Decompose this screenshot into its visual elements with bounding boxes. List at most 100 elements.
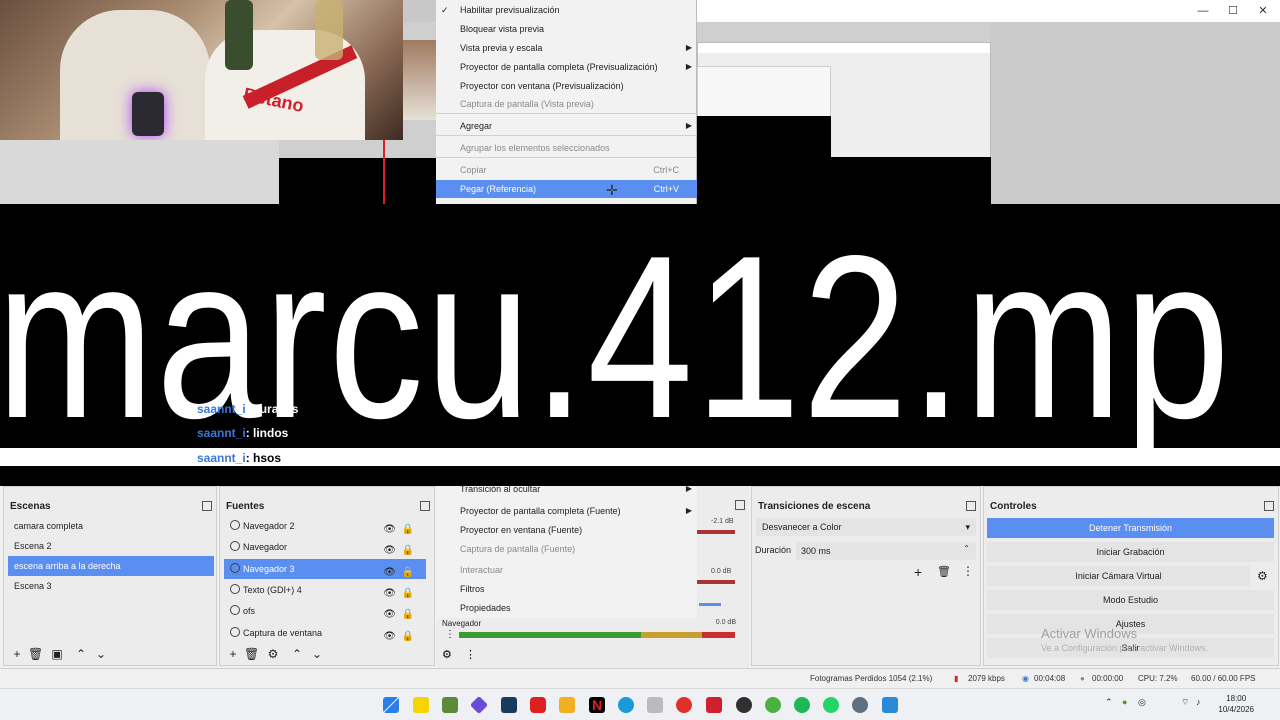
context-menu-item[interactable]: Proyector de pantalla completa (Fuente) ▶ [436, 502, 697, 520]
edge-icon[interactable] [618, 697, 634, 713]
webcam-strip-thumb [403, 40, 437, 120]
more-icon[interactable]: ⋮ [445, 629, 455, 640]
source-item[interactable]: Texto (GDI+) 4 👁 🔒 [224, 580, 426, 600]
shortcut-label: Ctrl+C [653, 165, 679, 175]
more-icon[interactable]: ⋮ [465, 648, 476, 661]
lock-icon[interactable]: 🔒 [402, 627, 414, 647]
context-menu-item[interactable]: Filtros [436, 580, 697, 598]
start-recording-button[interactable]: Iniciar Grabación [987, 542, 1274, 562]
chevron-up-icon[interactable]: ⌃ [290, 647, 304, 661]
context-menu-item[interactable]: Captura de pantalla (Fuente) [436, 540, 697, 558]
netflix-icon[interactable]: N [589, 697, 605, 713]
app-icon[interactable] [882, 697, 898, 713]
start-virtual-camera-button[interactable]: Iniciar Cámara Virtual [987, 566, 1250, 586]
chat-line: saannt_i: lindos [197, 426, 289, 440]
stop-streaming-button[interactable]: Detener Transmisión [987, 518, 1274, 538]
gear-icon[interactable]: ⚙ [266, 647, 280, 661]
studio-mode-button[interactable]: Modo Estudio [987, 590, 1274, 610]
nested-black-region-2 [831, 157, 991, 204]
undock-icon[interactable] [1264, 501, 1274, 511]
context-menu-item[interactable]: Pegar (Referencia) Ctrl+V [436, 180, 697, 198]
chevron-down-icon[interactable]: ⌄ [94, 647, 108, 661]
chrome-icon[interactable] [676, 697, 692, 713]
context-menu-item[interactable]: Captura de pantalla (Vista previa) [436, 95, 697, 113]
maximize-icon[interactable]: ☐ [1225, 3, 1241, 19]
context-menu-item[interactable]: Habilitar previsualización ✓ [436, 1, 697, 19]
duration-input[interactable]: 300 ms ⌃ [796, 542, 976, 560]
text-icon [230, 583, 240, 594]
chevron-down-icon[interactable]: ⌄ [310, 647, 324, 661]
trash-icon[interactable]: 🗑 [28, 647, 43, 661]
add-icon[interactable]: + [226, 647, 240, 661]
context-menu-item[interactable]: Agrupar los elementos seleccionados [436, 139, 697, 157]
scene-item[interactable]: camara completa [8, 516, 214, 536]
filter-icon[interactable]: ▣ [50, 647, 64, 661]
bitrate-icon: ▮ [954, 674, 959, 683]
trash-icon[interactable]: 🗑 [244, 647, 259, 661]
gear-icon[interactable]: ⚙ [442, 648, 452, 661]
tray-chevron-icon[interactable]: ⌃ [1105, 697, 1113, 708]
chevron-up-icon[interactable]: ⌃ [74, 647, 88, 661]
scene-item[interactable]: escena arriba a la derecha [8, 556, 214, 576]
volume-icon[interactable]: ♪ [1196, 697, 1201, 707]
scene-item[interactable]: Escena 2 [8, 536, 214, 556]
gear-icon[interactable]: ⚙ [1257, 569, 1268, 583]
transition-select[interactable]: Desvanecer a Color ▾ [756, 518, 976, 536]
bitrate: 2079 kbps [968, 674, 1005, 683]
context-menu-item[interactable]: Interactuar [436, 561, 697, 579]
widgets-icon[interactable] [413, 697, 429, 713]
scene-item[interactable]: Escena 3 [8, 576, 214, 596]
trash-icon[interactable]: 🗑 [937, 565, 951, 578]
eye-icon[interactable]: 👁 [383, 627, 396, 647]
close-icon[interactable]: ✕ [1255, 3, 1271, 19]
chevron-right-icon: ▶ [685, 43, 692, 52]
context-menu-item[interactable]: Proyector en ventana (Fuente) [436, 521, 697, 539]
context-menu-item[interactable]: Vista previa y escala ▶ [436, 39, 697, 57]
source-item[interactable]: Navegador 3 👁 🔒 [224, 558, 426, 579]
start-icon[interactable] [383, 697, 399, 713]
volume-slider[interactable] [699, 603, 721, 606]
undock-icon[interactable] [735, 500, 745, 510]
context-menu-item[interactable]: Propiedades [436, 599, 697, 617]
source-item[interactable]: Captura de ventana 👁 🔒 [224, 623, 426, 643]
context-menu-item[interactable]: Proyector de pantalla completa (Previsua… [436, 58, 697, 76]
add-icon[interactable]: + [10, 647, 24, 661]
undock-icon[interactable] [202, 501, 212, 511]
settings-icon[interactable] [852, 697, 868, 713]
folder-icon[interactable] [559, 697, 575, 713]
context-menu-item[interactable]: Agregar ▶ [436, 117, 697, 135]
sources-title: Fuentes [226, 501, 265, 512]
add-icon[interactable]: + [914, 564, 922, 580]
undock-icon[interactable] [420, 501, 430, 511]
more-icon[interactable]: ⋮ [962, 564, 974, 578]
tray-app-icon[interactable]: ◎ [1138, 697, 1146, 708]
minimize-icon[interactable]: — [1195, 3, 1211, 19]
app-icon[interactable] [647, 697, 663, 713]
context-menu-item[interactable]: Transición al ocultar ▶ [436, 480, 697, 498]
context-menu-item[interactable]: Bloquear vista previa [436, 20, 697, 38]
app-icon[interactable] [765, 697, 781, 713]
app-icon[interactable] [501, 697, 517, 713]
source-item[interactable]: Navegador 👁 🔒 [224, 537, 426, 557]
system-clock[interactable]: 18:00 10/4/2026 [1218, 693, 1254, 715]
spotify-icon[interactable] [794, 697, 810, 713]
source-item[interactable]: ofs 👁 🔒 [224, 601, 426, 621]
context-menu-item[interactable]: Copiar Ctrl+C [436, 161, 697, 179]
undock-icon[interactable] [966, 501, 976, 511]
stepper-icon: ⌃ [963, 544, 970, 553]
chevron-right-icon: ▶ [685, 121, 692, 130]
wifi-icon[interactable]: ⌔ [1181, 697, 1189, 708]
obs-icon[interactable] [736, 697, 752, 713]
tray-app-icon[interactable]: ● [1122, 697, 1127, 707]
app-icon[interactable] [706, 697, 722, 713]
whatsapp-icon[interactable] [823, 697, 839, 713]
browser-icon [230, 520, 240, 530]
app-icon[interactable] [442, 697, 458, 713]
scenes-title: Escenas [10, 501, 51, 512]
image-icon [230, 605, 240, 616]
context-menu-item[interactable]: Proyector con ventana (Previsualización) [436, 77, 697, 95]
app-icon[interactable] [469, 695, 489, 715]
youtube-icon[interactable] [530, 697, 546, 713]
audio-mixer-strip: Navegador 0.0 dB ⚙ ⋮ ⋮ [437, 618, 748, 668]
source-item[interactable]: Navegador 2 👁 🔒 [224, 516, 426, 536]
